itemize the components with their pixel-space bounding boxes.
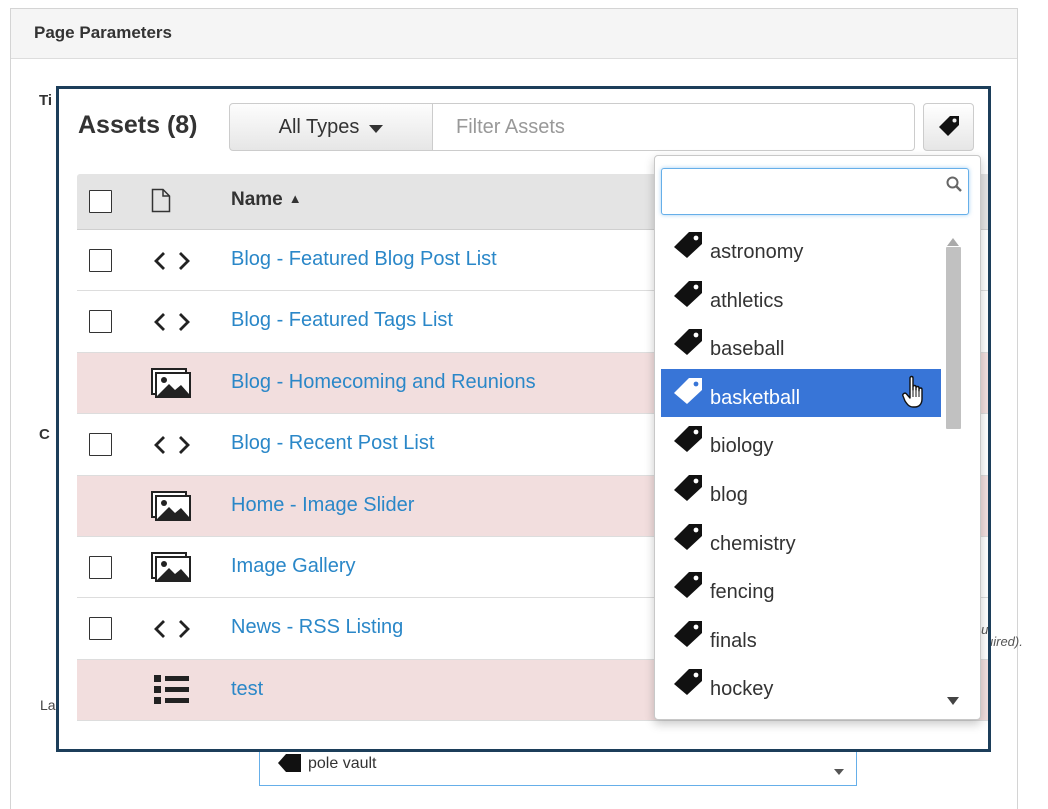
row-checkbox[interactable] — [89, 433, 112, 457]
tag-option-label: hockey — [710, 678, 774, 701]
tag-icon — [672, 279, 704, 312]
assets-modal: Assets (8) All Types Name▲ g Blog - Feat… — [56, 86, 991, 752]
tag-option-label: athletics — [710, 289, 784, 312]
tag-list-scrollbar[interactable] — [942, 229, 964, 707]
tag-search-input[interactable] — [661, 168, 969, 215]
asset-name-link[interactable]: Home - Image Slider — [231, 494, 414, 517]
tag-icon — [672, 424, 704, 457]
asset-name-link[interactable]: News - RSS Listing — [231, 616, 403, 639]
chevron-down-icon[interactable] — [834, 762, 844, 780]
file-icon — [151, 188, 171, 218]
tag-icon — [937, 114, 961, 141]
tag-option-label: finals — [710, 629, 757, 652]
code-icon — [153, 250, 191, 277]
tag-icon — [672, 230, 704, 263]
tag-option-label: biology — [710, 435, 774, 458]
asset-name-link[interactable]: Blog - Featured Blog Post List — [231, 248, 497, 271]
sort-ascending-icon: ▲ — [288, 191, 302, 206]
tag-filter-button[interactable] — [923, 103, 974, 151]
select-all-checkbox[interactable] — [89, 190, 112, 213]
tag-option[interactable]: finals — [661, 612, 941, 661]
assets-title: Assets (8) — [78, 111, 198, 139]
asset-name-link[interactable]: Image Gallery — [231, 555, 356, 578]
tag-icon — [672, 327, 704, 360]
code-icon — [153, 618, 191, 645]
background-title-fragment: Ti — [39, 92, 53, 109]
search-icon — [946, 176, 962, 197]
tag-option-label: blog — [710, 483, 748, 506]
tag-option-label: basketball — [710, 386, 801, 409]
tag-option-label: astronomy — [710, 241, 804, 263]
hand-pointer-icon — [902, 375, 928, 414]
row-checkbox[interactable] — [89, 555, 112, 579]
asset-name-link[interactable]: Blog - Recent Post List — [231, 432, 434, 455]
asset-name-link[interactable]: Blog - Featured Tags List — [231, 309, 453, 332]
filter-assets-input[interactable] — [432, 103, 915, 151]
image-icon — [151, 551, 191, 587]
background-hint-fragment: uired). — [986, 634, 1023, 649]
image-icon — [151, 490, 191, 526]
tag-icon — [672, 473, 704, 506]
tag-icon — [672, 619, 704, 652]
tag-option[interactable]: astronomy — [661, 223, 941, 272]
tag-option[interactable]: baseball — [661, 320, 941, 369]
tag-icon — [672, 667, 704, 700]
tag-option[interactable]: biology — [661, 417, 941, 466]
tag-option[interactable]: athletics — [661, 272, 941, 321]
list-icon — [153, 674, 191, 711]
name-column-header[interactable]: Name ▲ — [231, 189, 302, 211]
type-filter-dropdown[interactable]: All Types — [229, 103, 433, 151]
asset-name-link[interactable]: Blog - Homecoming and Reunions — [231, 371, 536, 394]
tag-option[interactable]: fencing — [661, 563, 941, 612]
scroll-down-icon[interactable] — [947, 692, 959, 710]
tag-icon — [672, 522, 704, 555]
tag-option[interactable]: chemistry — [661, 515, 941, 564]
page-parameters-header: Page Parameters — [11, 9, 1017, 59]
code-icon — [153, 311, 191, 338]
asset-name-link[interactable]: test — [231, 678, 263, 701]
tag-dropdown: astronomy athletics baseball basketball biol… — [654, 155, 981, 720]
tag-list: astronomy athletics baseball basketball biol… — [661, 223, 941, 709]
tag-option-label: chemistry — [710, 532, 796, 555]
type-filter-label: All Types — [278, 115, 360, 138]
tag-icon — [277, 752, 303, 779]
tag-option[interactable]: hockey — [661, 660, 941, 709]
background-label-fragment: C — [39, 426, 50, 443]
name-column-label: Name — [231, 189, 283, 210]
background-label-fragment-la: La — [40, 697, 56, 713]
tag-select-value: pole vault — [308, 755, 377, 772]
caret-down-icon — [369, 116, 384, 139]
row-checkbox[interactable] — [89, 617, 112, 641]
tag-option[interactable]: basketball — [661, 368, 941, 418]
tag-option-label: fencing — [710, 581, 775, 604]
code-icon — [153, 434, 191, 461]
row-checkbox[interactable] — [89, 249, 112, 272]
tag-icon — [672, 570, 704, 603]
scrollbar-thumb[interactable] — [946, 247, 961, 429]
tag-option-label: baseball — [710, 338, 785, 361]
image-icon — [151, 367, 191, 403]
tag-icon — [672, 376, 704, 409]
tag-option[interactable]: blog — [661, 466, 941, 515]
row-checkbox[interactable] — [89, 310, 112, 334]
